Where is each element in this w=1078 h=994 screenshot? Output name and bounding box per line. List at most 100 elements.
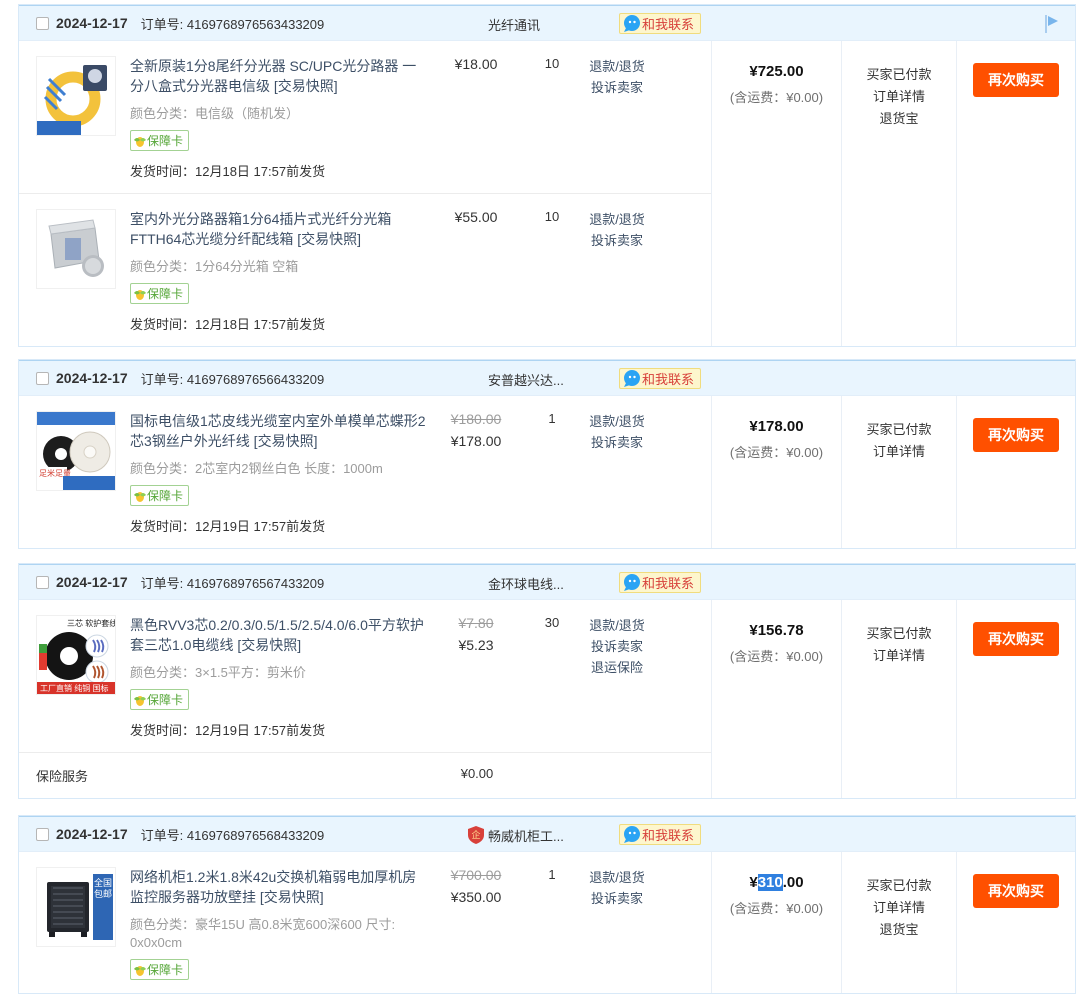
wangwang-icon (622, 13, 643, 37)
order-card: 2024-12-17 订单号: 4169768976563433209 光纤通讯… (18, 4, 1076, 347)
return-service-link[interactable]: 退货宝 (842, 919, 956, 941)
refund-link[interactable]: 退款/退货 (582, 867, 652, 888)
order-detail-link[interactable]: 订单详情 (842, 897, 956, 919)
order-total: ¥310.00 (712, 874, 841, 891)
contact-seller-button[interactable]: 和我联系 (619, 572, 701, 593)
quantity: 30 (522, 615, 582, 739)
order-checkbox[interactable] (36, 372, 49, 385)
order-detail-link[interactable]: 订单详情 (842, 441, 956, 463)
product-sku: 颜色分类：1分64分光箱 空箱 (130, 258, 430, 276)
order-status-column: 买家已付款 订单详情 (841, 396, 956, 548)
contact-label: 和我联系 (642, 369, 694, 388)
contact-label: 和我联系 (642, 825, 694, 844)
product-image[interactable] (36, 56, 116, 136)
warranty-badge[interactable]: 保障卡 (130, 485, 189, 506)
complain-link[interactable]: 投诉卖家 (582, 77, 652, 98)
order-total-column: ¥310.00 (含运费：¥0.00) (711, 852, 841, 993)
product-image[interactable]: 足米足量 (36, 411, 116, 491)
seller-name[interactable]: 安普越兴达... (488, 361, 564, 397)
unit-price: ¥55.00 (430, 209, 522, 333)
product-title[interactable]: 国标电信级1芯皮线光缆室内室外单模单芯蝶形2芯3钢丝户外光纤线 [交易快照] (130, 411, 430, 451)
order-date: 2024-12-17 (56, 370, 128, 386)
shipping-fee: (含运费：¥0.00) (712, 646, 841, 665)
order-action-column: 再次购买 (956, 41, 1075, 346)
order-item: 全国包邮 网络机柜1.2米1.8米42u交换机箱弱电加厚机房监控服务器功放壁挂 … (19, 852, 711, 993)
buy-again-button[interactable]: 再次购买 (973, 874, 1059, 908)
warranty-label: 保障卡 (147, 285, 183, 302)
complain-link[interactable]: 投诉卖家 (582, 230, 652, 251)
order-checkbox[interactable] (36, 17, 49, 30)
order-status-column: 买家已付款 订单详情 退货宝 (841, 41, 956, 346)
product-image[interactable]: 全国包邮 (36, 867, 116, 947)
wangwang-icon (622, 572, 643, 596)
contact-label: 和我联系 (642, 573, 694, 592)
order-checkbox[interactable] (36, 576, 49, 589)
contact-seller-button[interactable]: 和我联系 (619, 368, 701, 389)
return-service-link[interactable]: 退货宝 (842, 108, 956, 130)
buy-again-button[interactable]: 再次购买 (973, 63, 1059, 97)
svg-text:三芯 软护套线: 三芯 软护套线 (67, 618, 115, 628)
product-image[interactable]: 三芯 软护套线工厂直销 纯铜 国标 (36, 615, 116, 695)
wangwang-icon (622, 824, 643, 848)
order-checkbox[interactable] (36, 828, 49, 841)
product-sku: 颜色分类：豪华15U 高0.8米宽600深600 尺寸: 0x0x0cm (130, 916, 430, 952)
seller-name[interactable]: 金环球电线... (488, 565, 564, 601)
quantity: 10 (522, 209, 582, 333)
insurance-label: 保险服务 (36, 766, 431, 785)
return-shipping-insurance-link[interactable]: 退运保险 (582, 657, 652, 678)
order-detail-link[interactable]: 订单详情 (842, 86, 956, 108)
complain-link[interactable]: 投诉卖家 (582, 636, 652, 657)
order-item: 全新原装1分8尾纤分光器 SC/UPC光分路器 一分八盒式分光器电信级 [交易快… (19, 41, 711, 193)
warranty-badge[interactable]: 保障卡 (130, 959, 189, 980)
refund-link[interactable]: 退款/退货 (582, 615, 652, 636)
svg-text:企: 企 (471, 829, 480, 840)
flag-icon[interactable] (1043, 14, 1059, 37)
unit-price: ¥18.00 (430, 56, 522, 180)
quantity: 1 (522, 867, 582, 980)
warranty-label: 保障卡 (147, 487, 183, 504)
order-header: 2024-12-17 订单号: 4169768976566433209 安普越兴… (19, 360, 1075, 396)
seller-name[interactable]: 光纤通讯 (488, 6, 540, 42)
sprout-icon (133, 134, 147, 148)
order-date: 2024-12-17 (56, 574, 128, 590)
product-image[interactable] (36, 209, 116, 289)
complain-link[interactable]: 投诉卖家 (582, 888, 652, 909)
enterprise-shield-icon: 企 (468, 826, 484, 844)
status-text: 买家已付款 (842, 875, 956, 897)
buy-again-button[interactable]: 再次购买 (973, 622, 1059, 656)
refund-link[interactable]: 退款/退货 (582, 56, 652, 77)
order-header: 2024-12-17 订单号: 4169768976567433209 金环球电… (19, 564, 1075, 600)
wangwang-icon (622, 368, 643, 392)
product-title[interactable]: 全新原装1分8尾纤分光器 SC/UPC光分路器 一分八盒式分光器电信级 [交易快… (130, 56, 430, 96)
order-number: 订单号: 4169768976566433209 (141, 369, 325, 388)
buy-again-button[interactable]: 再次购买 (973, 418, 1059, 452)
order-item: 足米足量 国标电信级1芯皮线光缆室内室外单模单芯蝶形2芯3钢丝户外光纤线 [交易… (19, 396, 711, 548)
original-price: ¥180.00 (430, 411, 522, 427)
order-header: 2024-12-17 订单号: 4169768976568433209 企 畅威… (19, 816, 1075, 852)
item-actions: 退款/退货 投诉卖家 (582, 209, 652, 333)
product-sku: 颜色分类：3×1.5平方：剪米价 (130, 664, 430, 682)
svg-text:全国: 全国 (94, 877, 112, 888)
order-date: 2024-12-17 (56, 15, 128, 31)
product-title[interactable]: 网络机柜1.2米1.8米42u交换机箱弱电加厚机房监控服务器功放壁挂 [交易快照… (130, 867, 430, 907)
order-detail-link[interactable]: 订单详情 (842, 645, 956, 667)
complain-link[interactable]: 投诉卖家 (582, 432, 652, 453)
contact-seller-button[interactable]: 和我联系 (619, 824, 701, 845)
refund-link[interactable]: 退款/退货 (582, 209, 652, 230)
unit-price: ¥700.00 ¥350.00 (430, 867, 522, 980)
order-total-column: ¥725.00 (含运费：¥0.00) (711, 41, 841, 346)
seller-name[interactable]: 企 畅威机柜工... (468, 817, 564, 853)
quantity: 1 (522, 411, 582, 535)
warranty-badge[interactable]: 保障卡 (130, 689, 189, 710)
insurance-service-row: 保险服务 ¥0.00 (19, 752, 711, 798)
sprout-icon (133, 287, 147, 301)
warranty-badge[interactable]: 保障卡 (130, 283, 189, 304)
order-number: 订单号: 4169768976563433209 (141, 14, 325, 33)
product-title[interactable]: 黑色RVV3芯0.2/0.3/0.5/1.5/2.5/4.0/6.0平方软护套三… (130, 615, 430, 655)
product-title[interactable]: 室内外光分路器箱1分64插片式光纤分光箱FTTH64芯光缆分纤配线箱 [交易快照… (130, 209, 430, 249)
contact-seller-button[interactable]: 和我联系 (619, 13, 701, 34)
product-sku: 颜色分类：电信级（随机发） (130, 105, 430, 123)
warranty-badge[interactable]: 保障卡 (130, 130, 189, 151)
refund-link[interactable]: 退款/退货 (582, 411, 652, 432)
insurance-price: ¥0.00 (431, 766, 523, 785)
